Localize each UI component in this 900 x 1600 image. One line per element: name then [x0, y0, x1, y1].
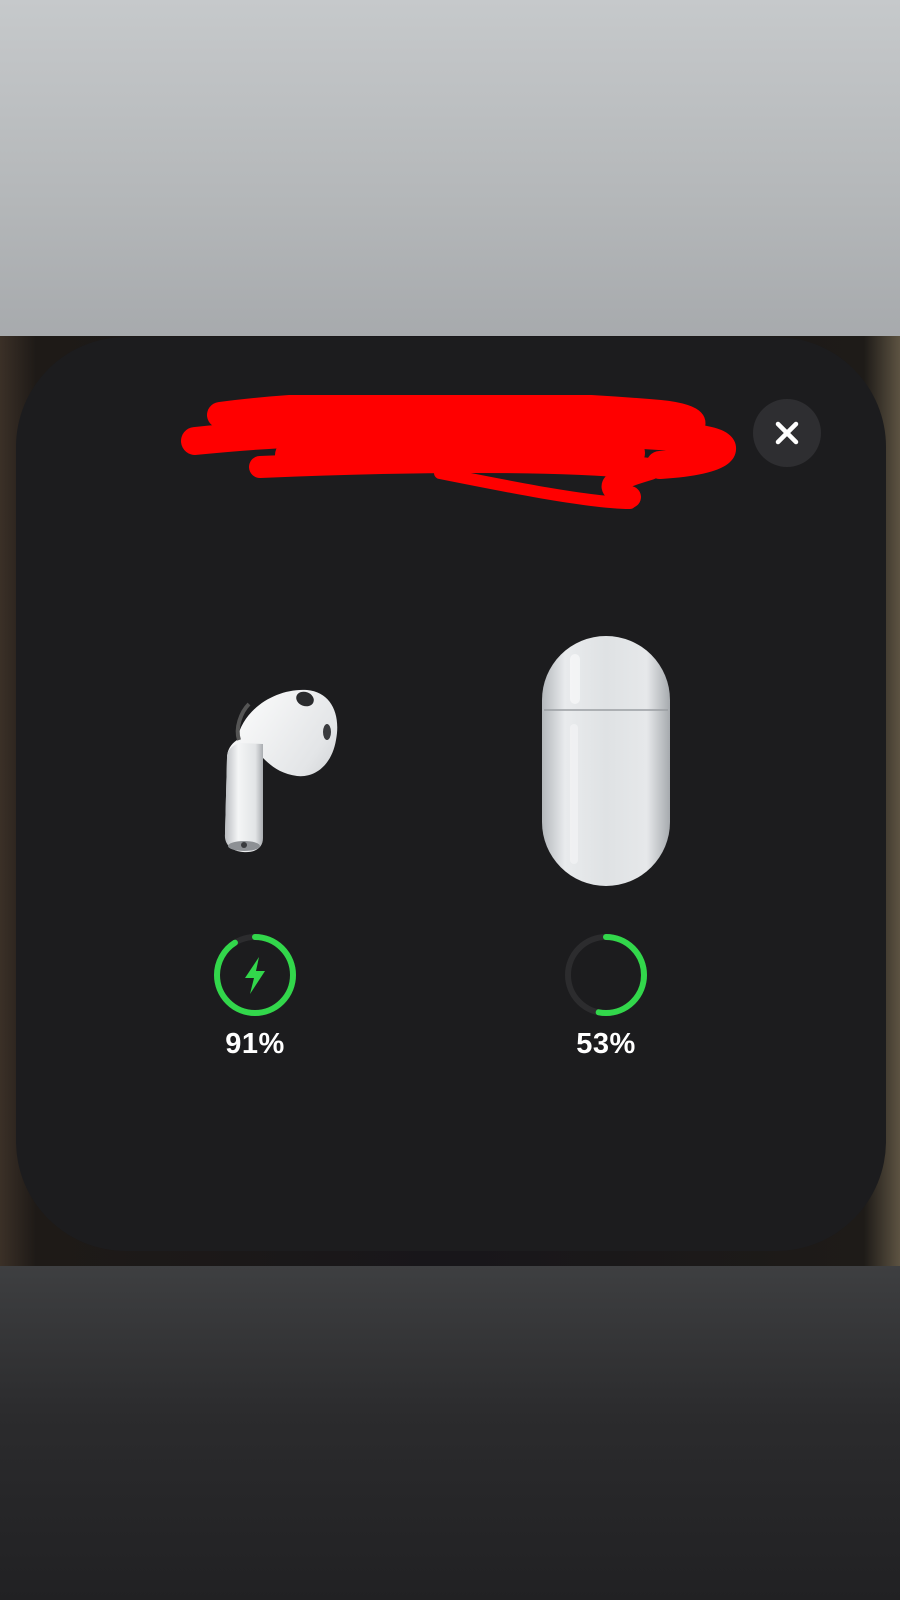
screen: 91% 53%: [0, 0, 900, 1600]
earbud-battery-indicator: 91%: [175, 930, 335, 1061]
battery-ring-left: [214, 934, 296, 1016]
airpods-case-icon: [542, 636, 670, 886]
case-battery-percent: 53%: [576, 1028, 636, 1060]
redaction-scribble: [181, 395, 736, 509]
background-bottom: [0, 1266, 900, 1600]
airpod-earbud-icon: [224, 689, 338, 853]
background-top: [0, 0, 900, 336]
earbud-battery-percent: 91%: [225, 1028, 285, 1060]
case-battery-indicator: 53%: [526, 930, 686, 1061]
close-button[interactable]: [753, 399, 821, 467]
battery-ring-right: [565, 934, 647, 1016]
lightning-bolt-icon: [245, 957, 265, 994]
close-x-icon: [775, 421, 799, 445]
